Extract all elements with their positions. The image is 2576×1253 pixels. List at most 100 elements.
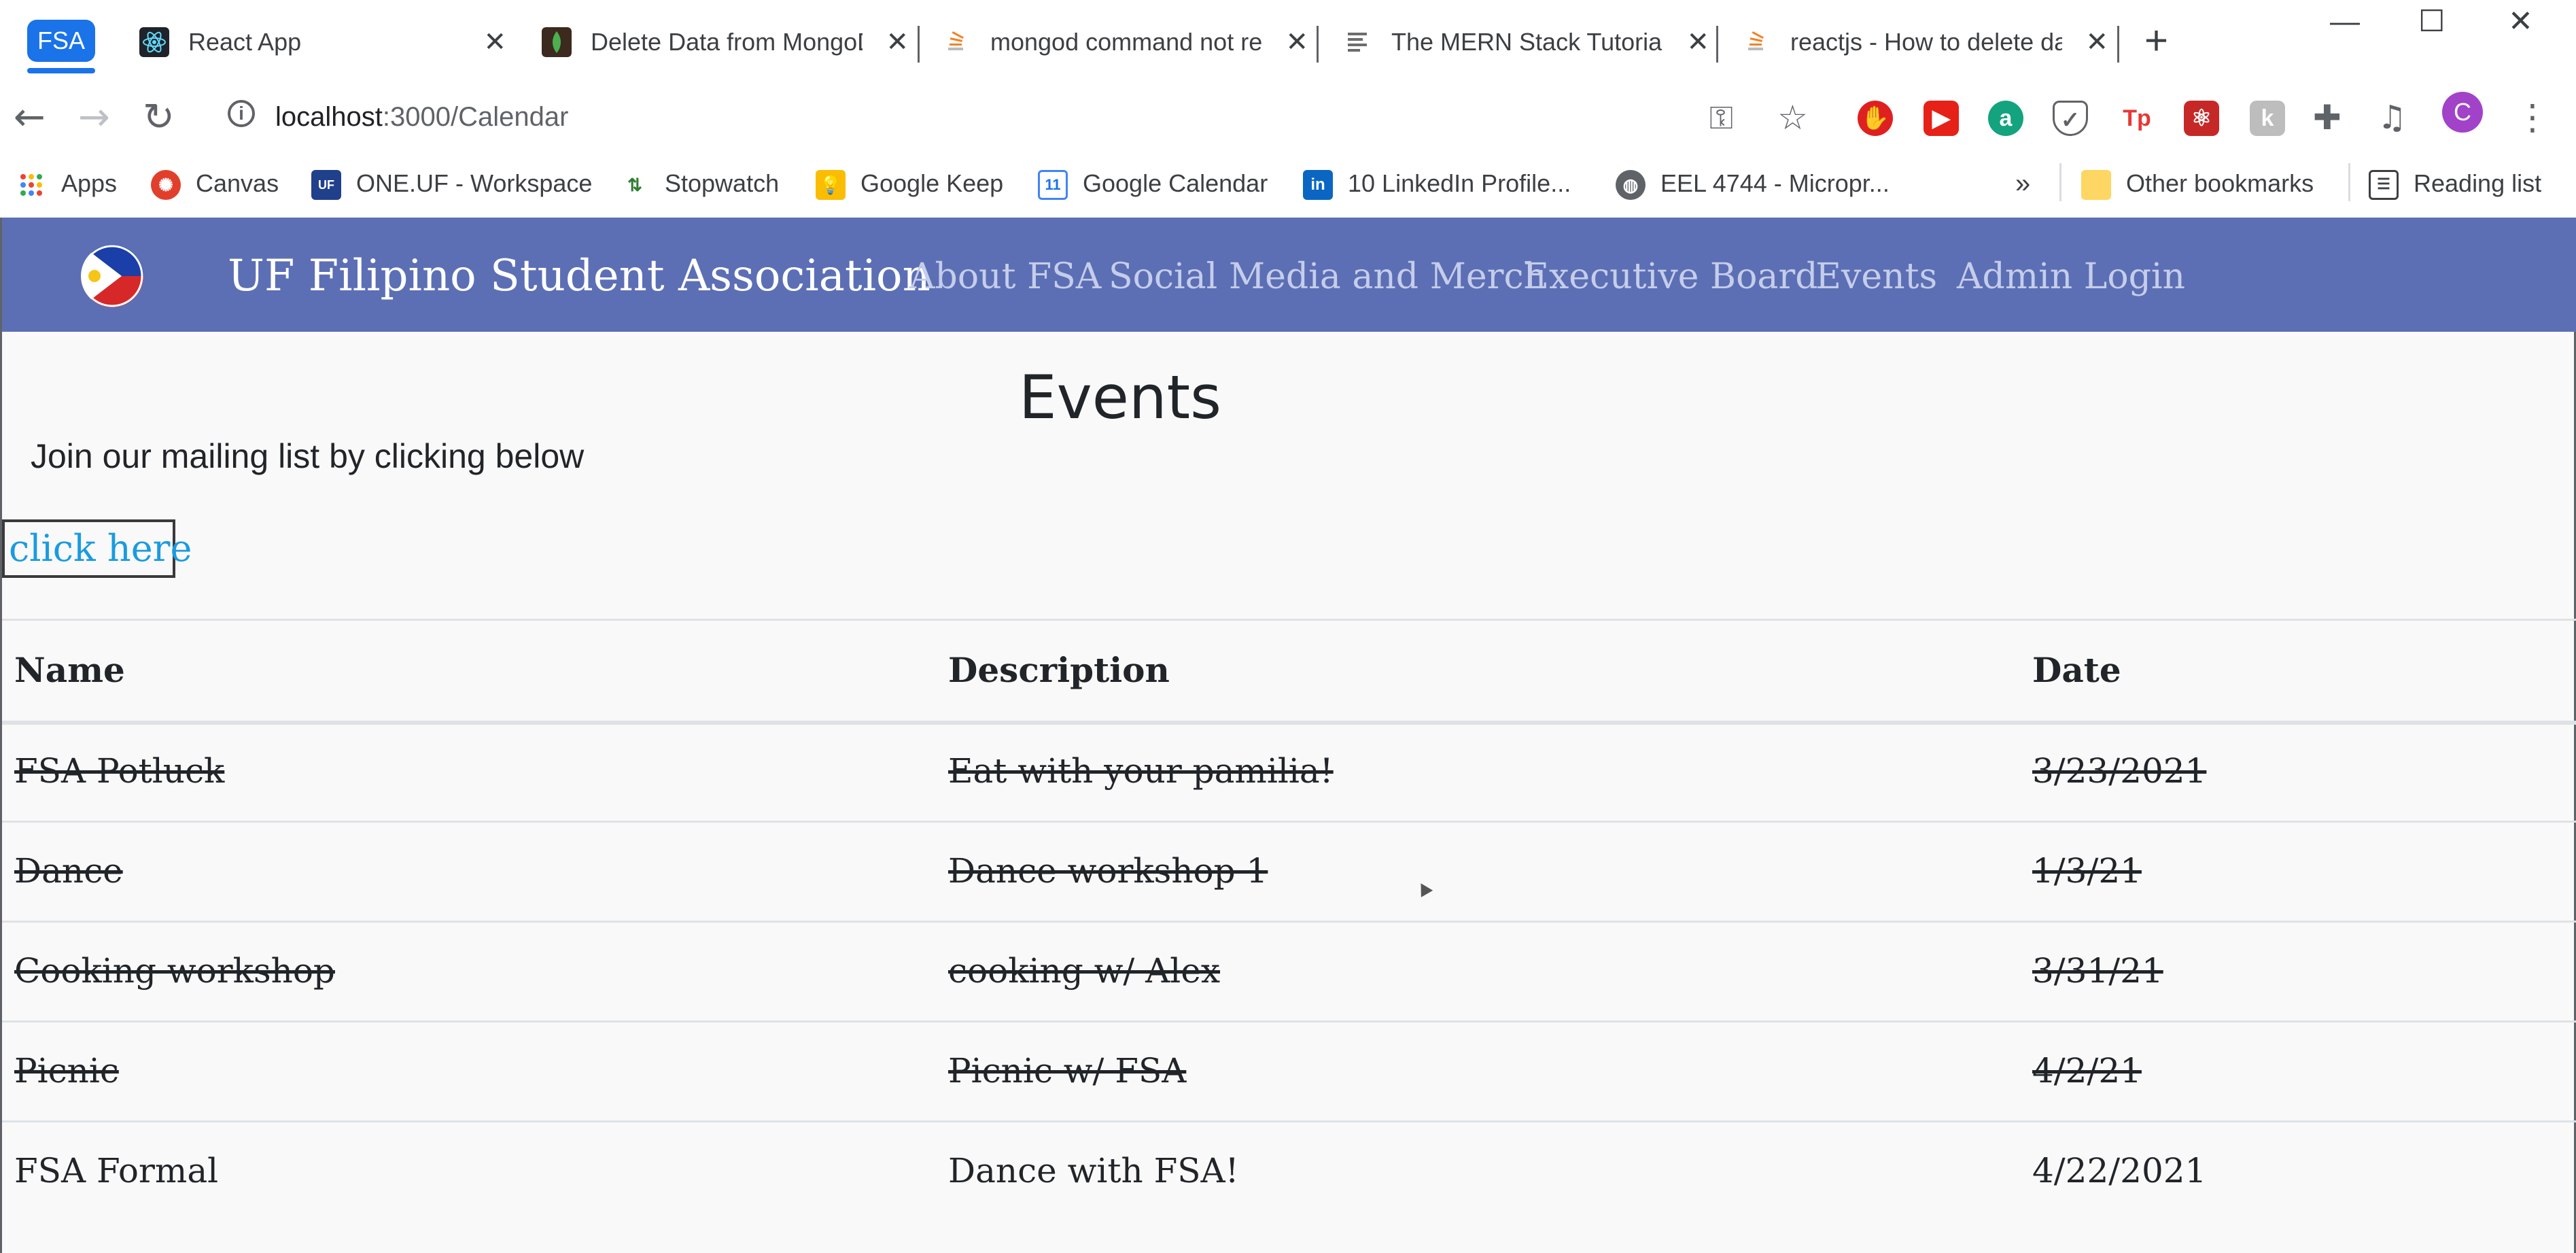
close-icon[interactable]: ✕ bbox=[886, 26, 909, 58]
bookmark-reading-list[interactable]: ☰ Reading list bbox=[2369, 165, 2541, 203]
forward-icon[interactable]: → bbox=[78, 94, 110, 141]
stopwatch-icon: ⇅ bbox=[627, 175, 642, 196]
event-name: Picnic bbox=[14, 1051, 119, 1091]
tp-icon[interactable]: Tp bbox=[2119, 101, 2155, 136]
nav-link-events[interactable]: Events bbox=[1815, 250, 1937, 303]
key-icon[interactable]: ⚿ bbox=[1709, 94, 1733, 141]
site-brand[interactable]: UF Filipino Student Association bbox=[228, 247, 930, 305]
bookmark-label: EEL 4744 - Micropr... bbox=[1660, 169, 1890, 197]
menu-icon[interactable]: ⋮ bbox=[2515, 94, 2550, 141]
tab-mongodb[interactable]: Delete Data from MongoDB ✕ bbox=[542, 15, 929, 69]
tab-mern-tutorial[interactable]: The MERN Stack Tutorial ✕ bbox=[1342, 15, 1730, 69]
close-window-icon[interactable]: ✕ bbox=[2508, 1, 2533, 42]
close-icon[interactable]: ✕ bbox=[1285, 26, 1308, 58]
bookmark-canvas[interactable]: ✺ Canvas bbox=[151, 165, 279, 203]
tab-mongod-stackoverflow[interactable]: mongod command not recognized ✕ bbox=[941, 15, 1329, 69]
bookmark-separator bbox=[2059, 163, 2061, 201]
table-row[interactable]: FSA Formal Dance with FSA! 4/22/2021 bbox=[2, 1120, 2576, 1220]
puzzle-icon[interactable]: ✚ bbox=[2313, 94, 2342, 141]
close-icon[interactable]: ✕ bbox=[1686, 26, 1709, 58]
column-header-description[interactable]: Description bbox=[948, 645, 1170, 696]
tab-group-underline bbox=[27, 68, 95, 73]
tab-reactjs-delete[interactable]: reactjs - How to delete data ✕ bbox=[1741, 15, 2129, 69]
bookmark-other[interactable]: Other bookmarks bbox=[2081, 165, 2314, 203]
nav-link-social-media[interactable]: Social Media and Merch bbox=[1109, 250, 1546, 303]
mongodb-icon bbox=[542, 27, 572, 57]
maximize-icon[interactable]: ☐ bbox=[2418, 1, 2445, 42]
url-path: :3000/Calendar bbox=[382, 102, 569, 132]
tab-react-app[interactable]: React App ✕ bbox=[139, 15, 527, 69]
mailing-list-button[interactable]: click here bbox=[2, 519, 192, 578]
close-icon[interactable]: ✕ bbox=[483, 26, 506, 58]
reload-icon[interactable]: ↻ bbox=[143, 94, 175, 141]
stackoverflow-icon bbox=[948, 31, 964, 50]
info-icon[interactable]: i bbox=[228, 100, 255, 127]
close-icon[interactable]: ✕ bbox=[2085, 26, 2108, 58]
react-icon bbox=[139, 27, 169, 57]
event-description: Eat with your pamilia! bbox=[948, 751, 1334, 791]
youtube-icon[interactable]: ▶ bbox=[1924, 101, 1959, 136]
media-control-icon[interactable]: ♫ bbox=[2378, 94, 2407, 141]
address-bar[interactable]: localhost:3000/Calendar bbox=[275, 98, 568, 136]
bookmark-label: Google Calendar bbox=[1083, 169, 1268, 197]
page-title: Events bbox=[1019, 362, 1221, 432]
column-header-name[interactable]: Name bbox=[14, 645, 125, 696]
page-content: UF Filipino Student Association About FS… bbox=[0, 218, 2576, 1253]
event-description: Dance workshop 1 bbox=[948, 851, 1268, 891]
tab-group-fsa[interactable]: FSA bbox=[27, 20, 95, 62]
nav-link-about[interactable]: About FSA bbox=[909, 250, 1101, 303]
bookmark-label: Canvas bbox=[196, 169, 279, 197]
extension-red-icon[interactable]: ⚛ bbox=[2184, 101, 2219, 136]
bookmark-label: Apps bbox=[61, 169, 118, 197]
event-date: 4/2/21 bbox=[2032, 1051, 2142, 1091]
tab-title: The MERN Stack Tutorial bbox=[1391, 28, 1663, 56]
event-date: 3/23/2021 bbox=[2032, 751, 2207, 791]
tab-strip: FSA React App ✕ Delete Data from MongoDB… bbox=[0, 0, 2576, 84]
bookmark-label: 10 LinkedIn Profile... bbox=[1348, 169, 1571, 197]
bookmark-google-keep[interactable]: 💡 Google Keep bbox=[816, 165, 1003, 203]
bookmark-google-calendar[interactable]: 11 Google Calendar bbox=[1038, 165, 1268, 203]
event-date: 3/31/21 bbox=[2032, 951, 2163, 991]
mailing-list-text: Join our mailing list by clicking below bbox=[31, 437, 585, 475]
table-row[interactable]: Cooking workshop cooking w/ Alex 3/31/21 bbox=[2, 921, 2576, 1020]
event-name: FSA Potluck bbox=[14, 751, 225, 791]
nav-link-executive-board[interactable]: Executive Board bbox=[1523, 250, 1818, 303]
table-row[interactable]: Dance Dance workshop 1 1/3/21 bbox=[2, 821, 2576, 921]
table-row[interactable]: FSA Potluck Eat with your pamilia! 3/23/… bbox=[2, 721, 2576, 821]
grammarly-icon[interactable]: a bbox=[1988, 101, 2023, 136]
column-header-date[interactable]: Date bbox=[2032, 645, 2121, 696]
table-row[interactable]: Picnic Picnic w/ FSA 4/2/21 bbox=[2, 1020, 2576, 1120]
extension-gray-icon[interactable]: k bbox=[2250, 101, 2285, 136]
minimize-icon[interactable]: — bbox=[2330, 1, 2360, 42]
canvas-icon: ✺ bbox=[151, 170, 181, 201]
more-bookmarks-icon[interactable]: » bbox=[2015, 165, 2030, 203]
globe-icon: ◍ bbox=[1616, 170, 1646, 201]
event-description: Dance with FSA! bbox=[948, 1151, 1239, 1190]
event-description: cooking w/ Alex bbox=[948, 951, 1221, 991]
browser-chrome: FSA React App ✕ Delete Data from MongoDB… bbox=[0, 0, 2576, 219]
calendar-icon: 11 bbox=[1038, 170, 1068, 201]
bookmark-one-uf[interactable]: UF ONE.UF - Workspace bbox=[311, 165, 592, 203]
tutorial-icon bbox=[1348, 33, 1367, 52]
stackoverflow-icon bbox=[1748, 31, 1764, 50]
url-host: localhost bbox=[275, 102, 383, 132]
shield-icon[interactable]: ✓ bbox=[2053, 101, 2088, 136]
bookmark-eel4744[interactable]: ◍ EEL 4744 - Micropr... bbox=[1616, 165, 1890, 203]
avatar[interactable]: C bbox=[2442, 92, 2483, 133]
site-navbar: UF Filipino Student Association About FS… bbox=[2, 218, 2576, 332]
bookmark-label: Other bookmarks bbox=[2126, 169, 2314, 197]
bookmark-apps[interactable]: Apps bbox=[16, 165, 117, 203]
event-name: Dance bbox=[14, 851, 123, 891]
bookmark-stopwatch[interactable]: ⇅ Stopwatch bbox=[620, 165, 779, 203]
bookmark-linkedin[interactable]: in 10 LinkedIn Profile... bbox=[1303, 165, 1571, 203]
adblock-icon[interactable]: ✋ bbox=[1858, 101, 1893, 136]
nav-link-admin-login[interactable]: Admin Login bbox=[1957, 250, 2185, 303]
reading-list-icon: ☰ bbox=[2369, 170, 2399, 201]
new-tab-icon[interactable]: + bbox=[2144, 19, 2168, 63]
event-date: 4/22/2021 bbox=[2032, 1151, 2207, 1190]
back-icon[interactable]: ← bbox=[14, 94, 46, 141]
tab-separator bbox=[918, 26, 920, 63]
star-icon[interactable]: ☆ bbox=[1777, 94, 1808, 141]
apps-icon bbox=[20, 174, 42, 196]
tab-separator bbox=[1317, 26, 1319, 63]
